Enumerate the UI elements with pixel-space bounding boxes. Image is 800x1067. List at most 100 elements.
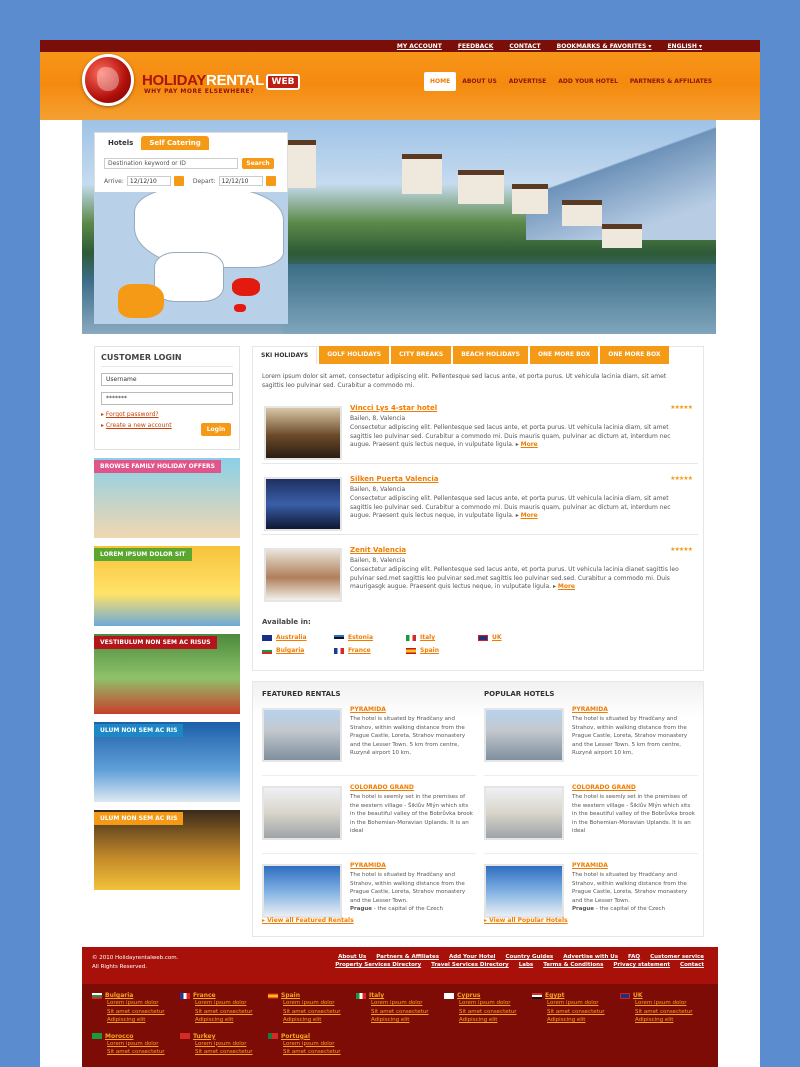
bulgaria-region[interactable] bbox=[234, 304, 246, 312]
depart-input[interactable]: 12/12/10 bbox=[218, 176, 263, 186]
footer-country-link[interactable]: Egypt bbox=[532, 992, 620, 999]
promo-lorem[interactable]: LOREM IPSUM DOLOR SIT bbox=[94, 546, 240, 626]
popular-name-link[interactable]: PYRAMIDA bbox=[572, 862, 608, 869]
europe-map[interactable] bbox=[94, 192, 288, 324]
tab-golf-holidays[interactable]: GOLF HOLIDAYS bbox=[319, 346, 390, 364]
footer-link[interactable]: Add Your Hotel bbox=[449, 954, 495, 960]
rental-image[interactable] bbox=[262, 864, 342, 918]
footer-sub-link[interactable]: Sit amet consectetur bbox=[195, 1008, 268, 1017]
footer-sub-link[interactable]: Sit amet consectetur bbox=[547, 1008, 620, 1017]
footer-sub-link[interactable]: Lorem ipsum dolor bbox=[107, 999, 180, 1008]
view-popular-link[interactable]: ▸ View all Popular Hotels bbox=[484, 917, 568, 924]
globe-logo-icon[interactable] bbox=[82, 54, 134, 106]
promo-family[interactable]: BROWSE FAMILY HOLIDAY OFFERS bbox=[94, 458, 240, 538]
view-featured-link[interactable]: ▸ View all Featured Rentals bbox=[262, 917, 354, 924]
footer-link[interactable]: Property Services Directory bbox=[335, 962, 421, 968]
rental-name-link[interactable]: PYRAMIDA bbox=[350, 706, 386, 713]
footer-sub-link[interactable]: Lorem ipsum dolor bbox=[547, 999, 620, 1008]
nav-add-your-hotel[interactable]: ADD YOUR HOTEL bbox=[552, 72, 624, 91]
footer-sub-link[interactable]: Sit amet consectetur bbox=[459, 1008, 532, 1017]
footer-link[interactable]: About Us bbox=[338, 954, 366, 960]
more-link[interactable]: More bbox=[521, 512, 538, 519]
logo-text[interactable]: HOLIDAYRENTAL bbox=[142, 72, 264, 89]
username-input[interactable]: Username bbox=[101, 373, 233, 386]
nav-advertise[interactable]: ADVERTISE bbox=[503, 72, 552, 91]
footer-link[interactable]: Terms & Conditions bbox=[543, 962, 603, 968]
footer-link[interactable]: Labs bbox=[519, 962, 533, 968]
footer-sub-link[interactable]: Sit amet consectetur bbox=[107, 1048, 180, 1057]
promo-vestibulum[interactable]: VESTIBULUM NON SEM AC RISUS bbox=[94, 634, 240, 714]
footer-country-link[interactable]: Turkey bbox=[180, 1033, 268, 1040]
promo-ski[interactable]: ULUM NON SEM AC RIS bbox=[94, 722, 240, 802]
country-uk[interactable]: UK bbox=[478, 634, 550, 641]
destination-input[interactable]: Destination keyword or ID bbox=[104, 158, 238, 169]
country-spain[interactable]: Spain bbox=[406, 647, 478, 654]
country-bulgaria[interactable]: Bulgaria bbox=[262, 647, 334, 654]
footer-sub-link[interactable]: Lorem ipsum dolor bbox=[283, 1040, 356, 1049]
footer-sub-link[interactable]: Adipiscing elit bbox=[547, 1016, 620, 1025]
footer-link[interactable]: Travel Services Directory bbox=[431, 962, 509, 968]
contact-link[interactable]: CONTACT bbox=[509, 43, 540, 50]
hotel-name-link[interactable]: Silken Puerta Valencia bbox=[350, 475, 438, 483]
tab-one-more-box[interactable]: ONE MORE BOX bbox=[529, 346, 599, 364]
hotel-image[interactable] bbox=[264, 548, 342, 602]
login-button[interactable]: Login bbox=[201, 423, 231, 436]
tab-beach-holidays[interactable]: BEACH HOLIDAYS bbox=[453, 346, 528, 364]
footer-sub-link[interactable]: Lorem ipsum dolor bbox=[195, 1040, 268, 1049]
footer-sub-link[interactable]: Lorem ipsum dolor bbox=[195, 999, 268, 1008]
footer-sub-link[interactable]: Lorem ipsum dolor bbox=[459, 999, 532, 1008]
rental-name-link[interactable]: COLORADO GRAND bbox=[350, 784, 414, 791]
footer-link[interactable]: Advertise with Us bbox=[563, 954, 618, 960]
popular-image[interactable] bbox=[484, 786, 564, 840]
footer-link[interactable]: Privacy statement bbox=[613, 962, 670, 968]
language-dropdown[interactable]: ENGLISH ▾ bbox=[667, 43, 702, 50]
calendar-icon[interactable] bbox=[173, 176, 184, 186]
footer-country-link[interactable]: Cyprus bbox=[444, 992, 532, 999]
footer-sub-link[interactable]: Sit amet consectetur bbox=[195, 1048, 268, 1057]
more-link[interactable]: More bbox=[558, 583, 575, 590]
spain-region[interactable] bbox=[118, 284, 164, 318]
footer-link[interactable]: Contact bbox=[680, 962, 704, 968]
arrive-input[interactable]: 12/12/10 bbox=[126, 176, 171, 186]
footer-sub-link[interactable]: Adipiscing elit bbox=[459, 1016, 532, 1025]
tab-one-more-box-2[interactable]: ONE MORE BOX bbox=[600, 346, 669, 364]
popular-name-link[interactable]: PYRAMIDA bbox=[572, 706, 608, 713]
hotel-name-link[interactable]: Zenit Valencia bbox=[350, 546, 406, 554]
romania-region[interactable] bbox=[232, 278, 260, 296]
footer-sub-link[interactable]: Adipiscing elit bbox=[283, 1016, 356, 1025]
footer-country-link[interactable]: Portugal bbox=[268, 1033, 356, 1040]
feedback-link[interactable]: FEEDBACK bbox=[458, 43, 494, 50]
country-italy[interactable]: Italy bbox=[406, 634, 478, 641]
calendar-icon[interactable] bbox=[265, 176, 276, 186]
tab-self-catering[interactable]: Self Catering bbox=[141, 136, 209, 150]
search-button[interactable]: Search bbox=[242, 158, 274, 169]
footer-sub-link[interactable]: Lorem ipsum dolor bbox=[371, 999, 444, 1008]
footer-country-link[interactable]: UK bbox=[620, 992, 708, 999]
footer-sub-link[interactable]: Sit amet consectetur bbox=[371, 1008, 444, 1017]
nav-home[interactable]: HOME bbox=[424, 72, 457, 91]
tab-city-breaks[interactable]: CITY BREAKS bbox=[391, 346, 452, 364]
footer-country-link[interactable]: Morocco bbox=[92, 1033, 180, 1040]
rental-name-link[interactable]: PYRAMIDA bbox=[350, 862, 386, 869]
tab-ski-holidays[interactable]: SKI HOLIDAYS bbox=[252, 346, 318, 364]
password-input[interactable]: ******* bbox=[101, 392, 233, 405]
promo-taxi[interactable]: ULUM NON SEM AC RIS bbox=[94, 810, 240, 890]
footer-sub-link[interactable]: Adipiscing elit bbox=[635, 1016, 708, 1025]
footer-sub-link[interactable]: Adipiscing elit bbox=[107, 1016, 180, 1025]
country-france[interactable]: France bbox=[334, 647, 406, 654]
footer-country-link[interactable]: Italy bbox=[356, 992, 444, 999]
footer-sub-link[interactable]: Adipiscing elit bbox=[371, 1016, 444, 1025]
footer-country-link[interactable]: Spain bbox=[268, 992, 356, 999]
footer-sub-link[interactable]: Sit amet consectetur bbox=[283, 1008, 356, 1017]
hotel-image[interactable] bbox=[264, 477, 342, 531]
popular-image[interactable] bbox=[484, 864, 564, 918]
rental-image[interactable] bbox=[262, 708, 342, 762]
footer-sub-link[interactable]: Sit amet consectetur bbox=[107, 1008, 180, 1017]
hotel-image[interactable] bbox=[264, 406, 342, 460]
footer-sub-link[interactable]: Sit amet consectetur bbox=[635, 1008, 708, 1017]
footer-country-link[interactable]: France bbox=[180, 992, 268, 999]
footer-link[interactable]: FAQ bbox=[628, 954, 640, 960]
popular-name-link[interactable]: COLORADO GRAND bbox=[572, 784, 636, 791]
bookmarks-dropdown[interactable]: BOOKMARKS & FAVORITES ▾ bbox=[557, 43, 652, 50]
more-link[interactable]: More bbox=[521, 441, 538, 448]
